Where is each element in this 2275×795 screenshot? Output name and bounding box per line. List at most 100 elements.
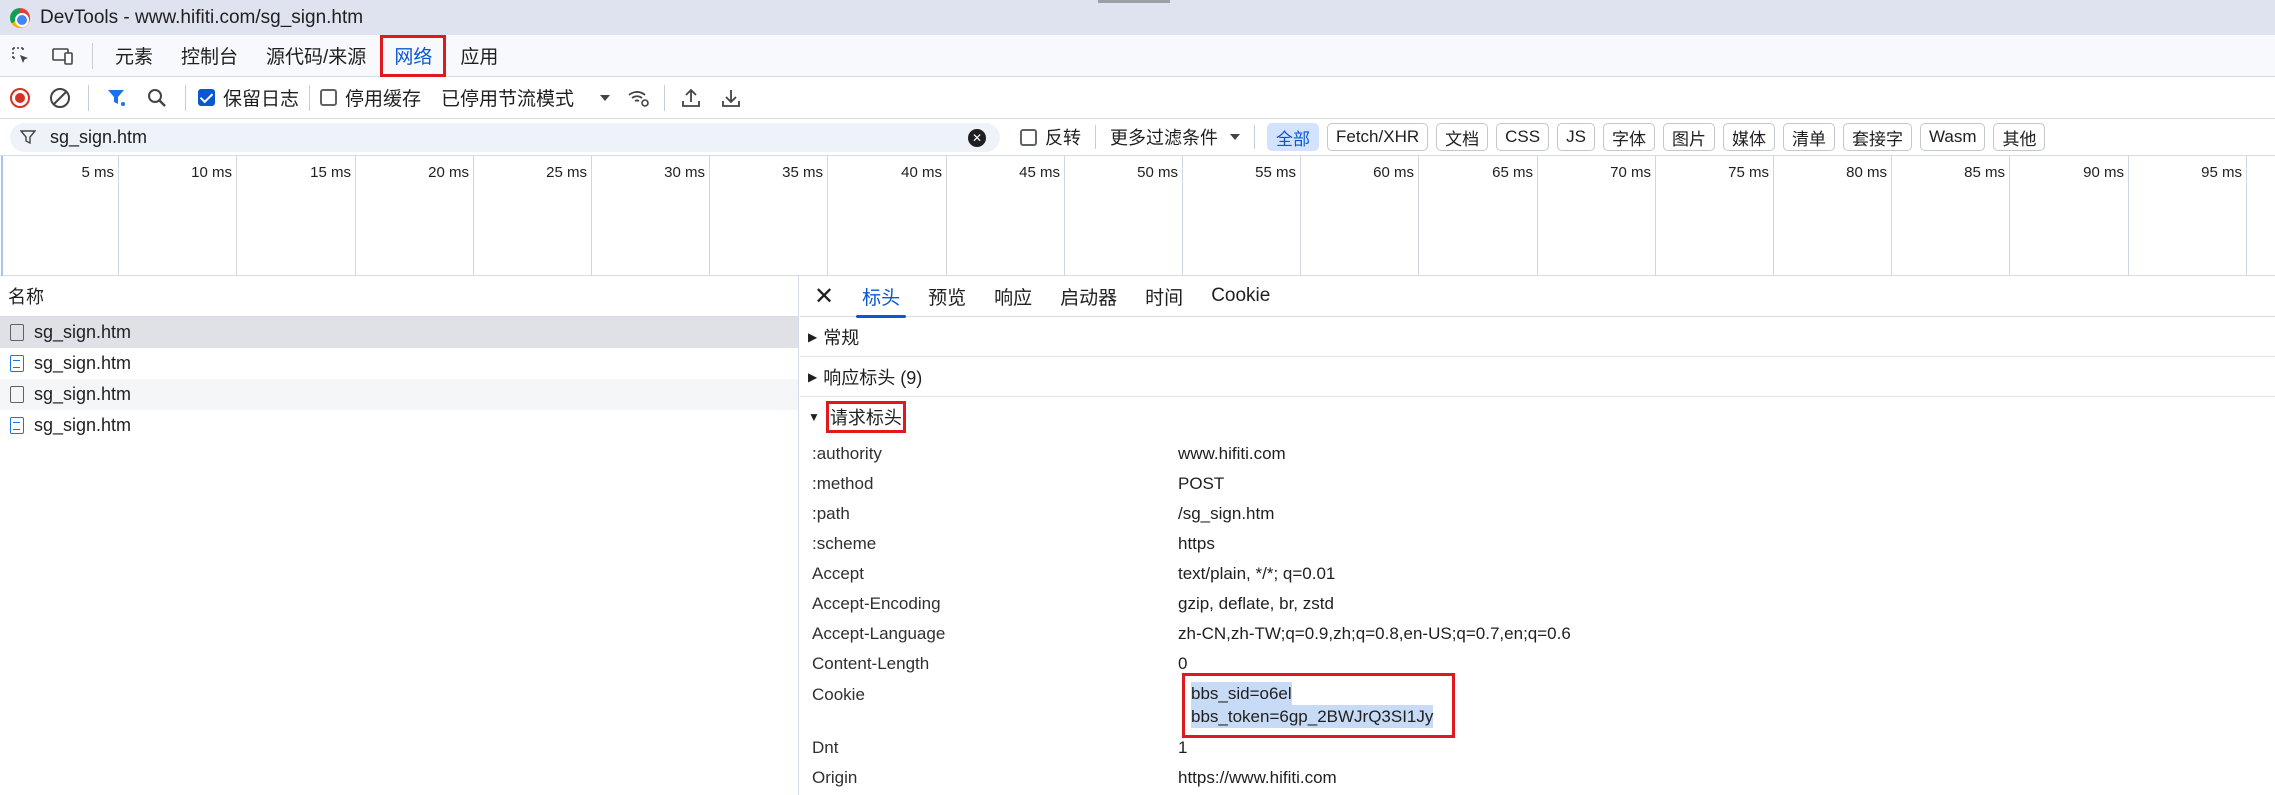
- tab-timing[interactable]: 时间: [1131, 276, 1197, 317]
- search-icon[interactable]: [137, 77, 177, 119]
- chip-fetch-xhr[interactable]: Fetch/XHR: [1327, 123, 1429, 151]
- header-row[interactable]: Cookie: [800, 679, 2275, 733]
- tab-headers[interactable]: 标头: [848, 276, 914, 318]
- chip-img[interactable]: 图片: [1662, 123, 1715, 151]
- timeline-tick-label: 25 ms: [546, 164, 587, 181]
- timeline-gridline: [473, 156, 474, 276]
- device-toolbar-icon[interactable]: [42, 35, 84, 77]
- header-value: gzip, deflate, br, zstd: [1178, 594, 1334, 613]
- preserve-log-checkbox[interactable]: [198, 89, 215, 106]
- timeline-gridline: [236, 156, 237, 276]
- network-conditions-icon[interactable]: [618, 77, 658, 119]
- request-row[interactable]: sg_sign.htm: [0, 410, 798, 441]
- cookie-line: bbs_token=6gp_2BWJrQ3SI1Jy: [1191, 705, 1434, 728]
- request-row[interactable]: sg_sign.htm: [0, 379, 798, 410]
- chip-other[interactable]: 其他: [1993, 123, 2046, 151]
- section-general[interactable]: ▶ 常规: [800, 317, 2275, 357]
- header-row[interactable]: Dnt 1: [800, 733, 2275, 763]
- timeline-tick-label: 85 ms: [1964, 164, 2005, 181]
- timeline-gridline: [1773, 156, 1774, 276]
- header-row[interactable]: Accept text/plain, */*; q=0.01: [800, 559, 2275, 589]
- section-response-headers[interactable]: ▶ 响应标头 (9): [800, 357, 2275, 397]
- header-row[interactable]: :authority www.hifiti.com: [800, 439, 2275, 469]
- section-request-headers-label: 请求标头: [825, 401, 906, 433]
- filter-input-value: sg_sign.htm: [50, 126, 148, 147]
- chip-js[interactable]: JS: [1557, 123, 1595, 151]
- tab-initiator[interactable]: 启动器: [1046, 276, 1131, 317]
- header-row[interactable]: Content-Length 0: [800, 649, 2275, 679]
- chip-doc[interactable]: 文档: [1436, 123, 1489, 151]
- disable-cache-checkbox[interactable]: [320, 89, 338, 106]
- header-key: :authority: [812, 444, 882, 463]
- clear-log-button[interactable]: [40, 77, 80, 119]
- invert-filter-toggle[interactable]: 反转: [1020, 124, 1081, 150]
- stop-recording-button[interactable]: [0, 77, 40, 119]
- tab-elements[interactable]: 元素: [101, 35, 167, 77]
- request-row[interactable]: sg_sign.htm: [0, 317, 798, 348]
- timeline-gridline: [827, 156, 828, 276]
- chip-media[interactable]: 媒体: [1722, 123, 1775, 151]
- inspect-element-icon[interactable]: [0, 35, 42, 77]
- section-response-headers-label: 响应标头 (9): [823, 367, 923, 388]
- chip-css[interactable]: CSS: [1496, 123, 1550, 151]
- timeline-gridline: [1300, 156, 1301, 276]
- request-name: sg_sign.htm: [34, 415, 132, 435]
- chip-all[interactable]: 全部: [1267, 123, 1319, 151]
- chip-manifest[interactable]: 清单: [1782, 123, 1835, 151]
- timeline-start-marker: [1, 156, 3, 276]
- document-icon: [10, 417, 24, 434]
- header-key: Accept: [812, 564, 864, 583]
- request-row[interactable]: sg_sign.htm: [0, 348, 798, 379]
- invert-filter-checkbox[interactable]: [1020, 128, 1037, 146]
- clear-filter-icon[interactable]: ✕: [968, 128, 986, 147]
- tab-console[interactable]: 控制台: [167, 35, 252, 77]
- close-detail-icon[interactable]: ✕: [800, 276, 848, 317]
- header-row[interactable]: Origin https://www.hifiti.com: [800, 763, 2275, 793]
- header-row[interactable]: :path/sg_sign.htm: [800, 499, 2275, 529]
- section-request-headers[interactable]: ▼ 请求标头: [800, 397, 2275, 437]
- tab-application[interactable]: 应用: [446, 35, 512, 77]
- timeline-tick-label: 5 ms: [81, 164, 114, 181]
- header-row[interactable]: Accept-Encoding gzip, deflate, br, zstd: [800, 589, 2275, 619]
- header-row[interactable]: :scheme https: [800, 529, 2275, 559]
- tab-response[interactable]: 响应: [980, 276, 1046, 317]
- preserve-log-label: 保留日志: [223, 89, 300, 110]
- timeline-gridline: [591, 156, 592, 276]
- tab-preview[interactable]: 预览: [914, 276, 980, 317]
- request-headers-table: :authority www.hifiti.com :method POST:path…: [800, 437, 2275, 793]
- column-header-name[interactable]: 名称: [0, 276, 798, 317]
- timeline-gridline: [709, 156, 710, 276]
- tab-cookies[interactable]: Cookie: [1197, 276, 1284, 317]
- header-value: /sg_sign.htm: [1178, 504, 1275, 523]
- request-name: sg_sign.htm: [34, 353, 132, 373]
- throttle-select[interactable]: 已停用节流模式: [441, 84, 612, 111]
- header-row[interactable]: Accept-Language zh-CN,zh-TW;q=0.9,zh;q=0.…: [800, 619, 2275, 649]
- chevron-down-icon: [1230, 134, 1240, 140]
- network-filterbar: sg_sign.htm ✕ 反转 更多过滤条件 全部 Fetch/XHR 文档 …: [0, 119, 2275, 156]
- header-value: zh-CN,zh-TW;q=0.9,zh;q=0.8,en-US;q=0.7,e…: [1178, 624, 1571, 643]
- timeline-overview[interactable]: 5 ms 10 ms 15 ms 20 ms 25 ms 30 ms 35 ms 40 ms 4…: [0, 156, 2275, 276]
- invert-filter-label: 反转: [1045, 128, 1081, 148]
- filter-input[interactable]: sg_sign.htm ✕: [10, 122, 1000, 152]
- section-general-label: 常规: [823, 327, 860, 348]
- chip-socket[interactable]: 套接字: [1842, 123, 1912, 151]
- header-value: www.hifiti.com: [1178, 444, 1286, 463]
- devtools-panel-tabbar: 元素 控制台 源代码/来源 网络 应用: [0, 34, 2275, 77]
- more-filters-dropdown[interactable]: 更多过滤条件: [1110, 124, 1242, 150]
- tab-sources[interactable]: 源代码/来源: [252, 35, 380, 77]
- import-har-icon[interactable]: [671, 77, 711, 119]
- filter-icon[interactable]: [97, 77, 137, 119]
- chip-font[interactable]: 字体: [1602, 123, 1655, 151]
- timeline-gridline: [946, 156, 947, 276]
- timeline-gridline: [118, 156, 119, 276]
- chrome-logo-icon: [10, 7, 30, 28]
- header-key: :scheme: [812, 534, 877, 553]
- disable-cache-toggle[interactable]: 停用缓存: [320, 84, 421, 111]
- tab-network[interactable]: 网络: [380, 34, 447, 77]
- export-har-icon[interactable]: [711, 77, 751, 119]
- header-row[interactable]: :method POST: [800, 469, 2275, 499]
- timeline-tick-label: 60 ms: [1373, 164, 1414, 181]
- chip-wasm[interactable]: Wasm: [1919, 123, 1986, 151]
- cookie-value-highlight[interactable]: bbs_sid=o6el bbs_token=6gp_2BWJrQ3SI1Jy: [1182, 673, 1455, 738]
- preserve-log-toggle[interactable]: 保留日志: [198, 84, 299, 111]
